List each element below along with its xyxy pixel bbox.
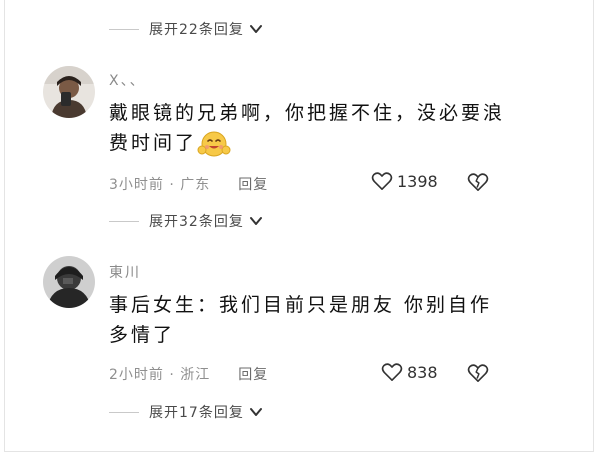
hugging-face-icon xyxy=(197,130,231,158)
divider-line xyxy=(109,28,139,30)
comment-text-content: 事后女生：我们目前只是朋友 你别自作多情了 xyxy=(109,294,493,346)
like-count: 838 xyxy=(407,362,438,382)
chevron-down-icon xyxy=(249,408,262,416)
divider-line xyxy=(109,220,139,222)
time-location: 3小时前 · 广东 xyxy=(109,177,211,193)
comment-text-content: 戴眼镜的兄弟啊，你把握不住，没必要浪费时间了 xyxy=(109,102,506,154)
broken-heart-icon[interactable] xyxy=(467,363,489,383)
like-button[interactable]: 838 xyxy=(381,362,438,382)
expand-replies-button-1[interactable]: 展开22条回复 xyxy=(109,18,264,40)
username[interactable]: X、、 xyxy=(109,70,146,90)
expand-replies-button-3[interactable]: 展开17条回复 xyxy=(109,401,264,423)
chevron-down-icon xyxy=(249,217,262,225)
comment-list: 展开22条回复 X、、 戴眼镜的兄弟啊，你把握不住，没必要浪费时间了 3小时前 … xyxy=(4,0,594,452)
like-count: 1398 xyxy=(397,171,438,191)
avatar[interactable] xyxy=(43,66,95,118)
divider-line xyxy=(109,411,139,413)
expand-replies-label: 展开17条回复 xyxy=(149,405,244,421)
comment-meta: 3小时前 · 广东 回复 xyxy=(109,174,268,194)
comment-meta: 2小时前 · 浙江 回复 xyxy=(109,364,268,384)
broken-heart-icon[interactable] xyxy=(467,172,489,192)
heart-icon xyxy=(371,172,393,190)
expand-replies-button-2[interactable]: 展开32条回复 xyxy=(109,210,264,232)
comment-text: 戴眼镜的兄弟啊，你把握不住，没必要浪费时间了 xyxy=(109,98,509,158)
reply-button[interactable]: 回复 xyxy=(238,364,268,384)
expand-replies-label: 展开32条回复 xyxy=(149,214,244,230)
avatar[interactable] xyxy=(43,256,95,308)
chevron-down-icon xyxy=(249,25,262,33)
reply-button[interactable]: 回复 xyxy=(238,174,268,194)
username[interactable]: 東川 xyxy=(109,262,141,282)
comment-text: 事后女生：我们目前只是朋友 你别自作多情了 xyxy=(109,290,509,350)
time-location: 2小时前 · 浙江 xyxy=(109,367,211,383)
expand-replies-label: 展开22条回复 xyxy=(149,22,244,38)
heart-icon xyxy=(381,363,403,381)
like-button[interactable]: 1398 xyxy=(371,171,438,191)
